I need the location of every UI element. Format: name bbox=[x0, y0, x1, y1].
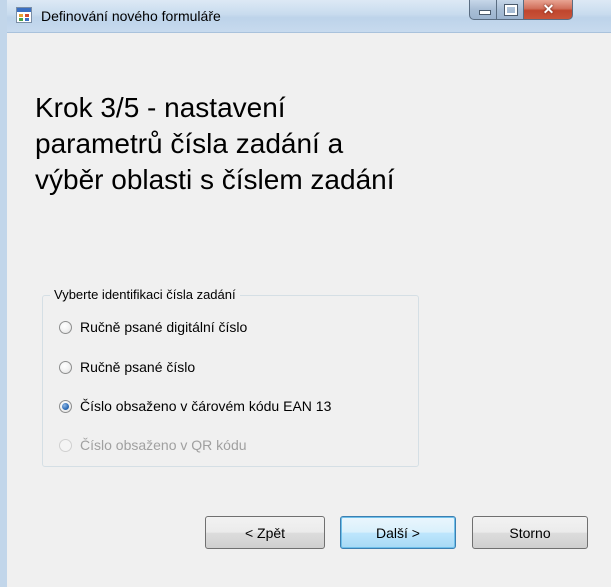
minimize-icon bbox=[479, 10, 491, 15]
groupbox-legend: Vyberte identifikaci čísla zadání bbox=[50, 287, 240, 302]
maximize-button[interactable] bbox=[497, 0, 524, 20]
radio-button[interactable] bbox=[59, 361, 72, 374]
radio-button-checked[interactable] bbox=[59, 400, 72, 413]
cancel-button[interactable]: Storno bbox=[472, 516, 588, 549]
step-heading: Krok 3/5 - nastavení parametrů čísla zad… bbox=[35, 92, 395, 195]
window-title: Definování nového formuláře bbox=[41, 8, 221, 24]
maximize-icon bbox=[504, 4, 518, 16]
title-bar[interactable]: Definování nového formuláře ✕ bbox=[7, 0, 611, 33]
back-button[interactable]: < Zpět bbox=[205, 516, 325, 549]
close-button[interactable]: ✕ bbox=[524, 0, 573, 20]
minimize-button[interactable] bbox=[469, 0, 497, 20]
radio-button[interactable] bbox=[59, 321, 72, 334]
close-icon: ✕ bbox=[542, 1, 555, 17]
radio-label: Číslo obsaženo v QR kódu bbox=[80, 437, 247, 453]
radio-label[interactable]: Ručně psané číslo bbox=[80, 359, 195, 375]
caption-buttons: ✕ bbox=[469, 0, 611, 20]
next-button[interactable]: Další > bbox=[340, 516, 456, 549]
radio-button-disabled bbox=[59, 439, 72, 452]
form-app-icon bbox=[16, 7, 32, 23]
wizard-window: Definování nového formuláře ✕ Krok 3/5 -… bbox=[0, 0, 611, 587]
radio-label[interactable]: Číslo obsaženo v čárovém kódu EAN 13 bbox=[80, 398, 331, 414]
radio-label[interactable]: Ručně psané digitální číslo bbox=[80, 319, 247, 335]
